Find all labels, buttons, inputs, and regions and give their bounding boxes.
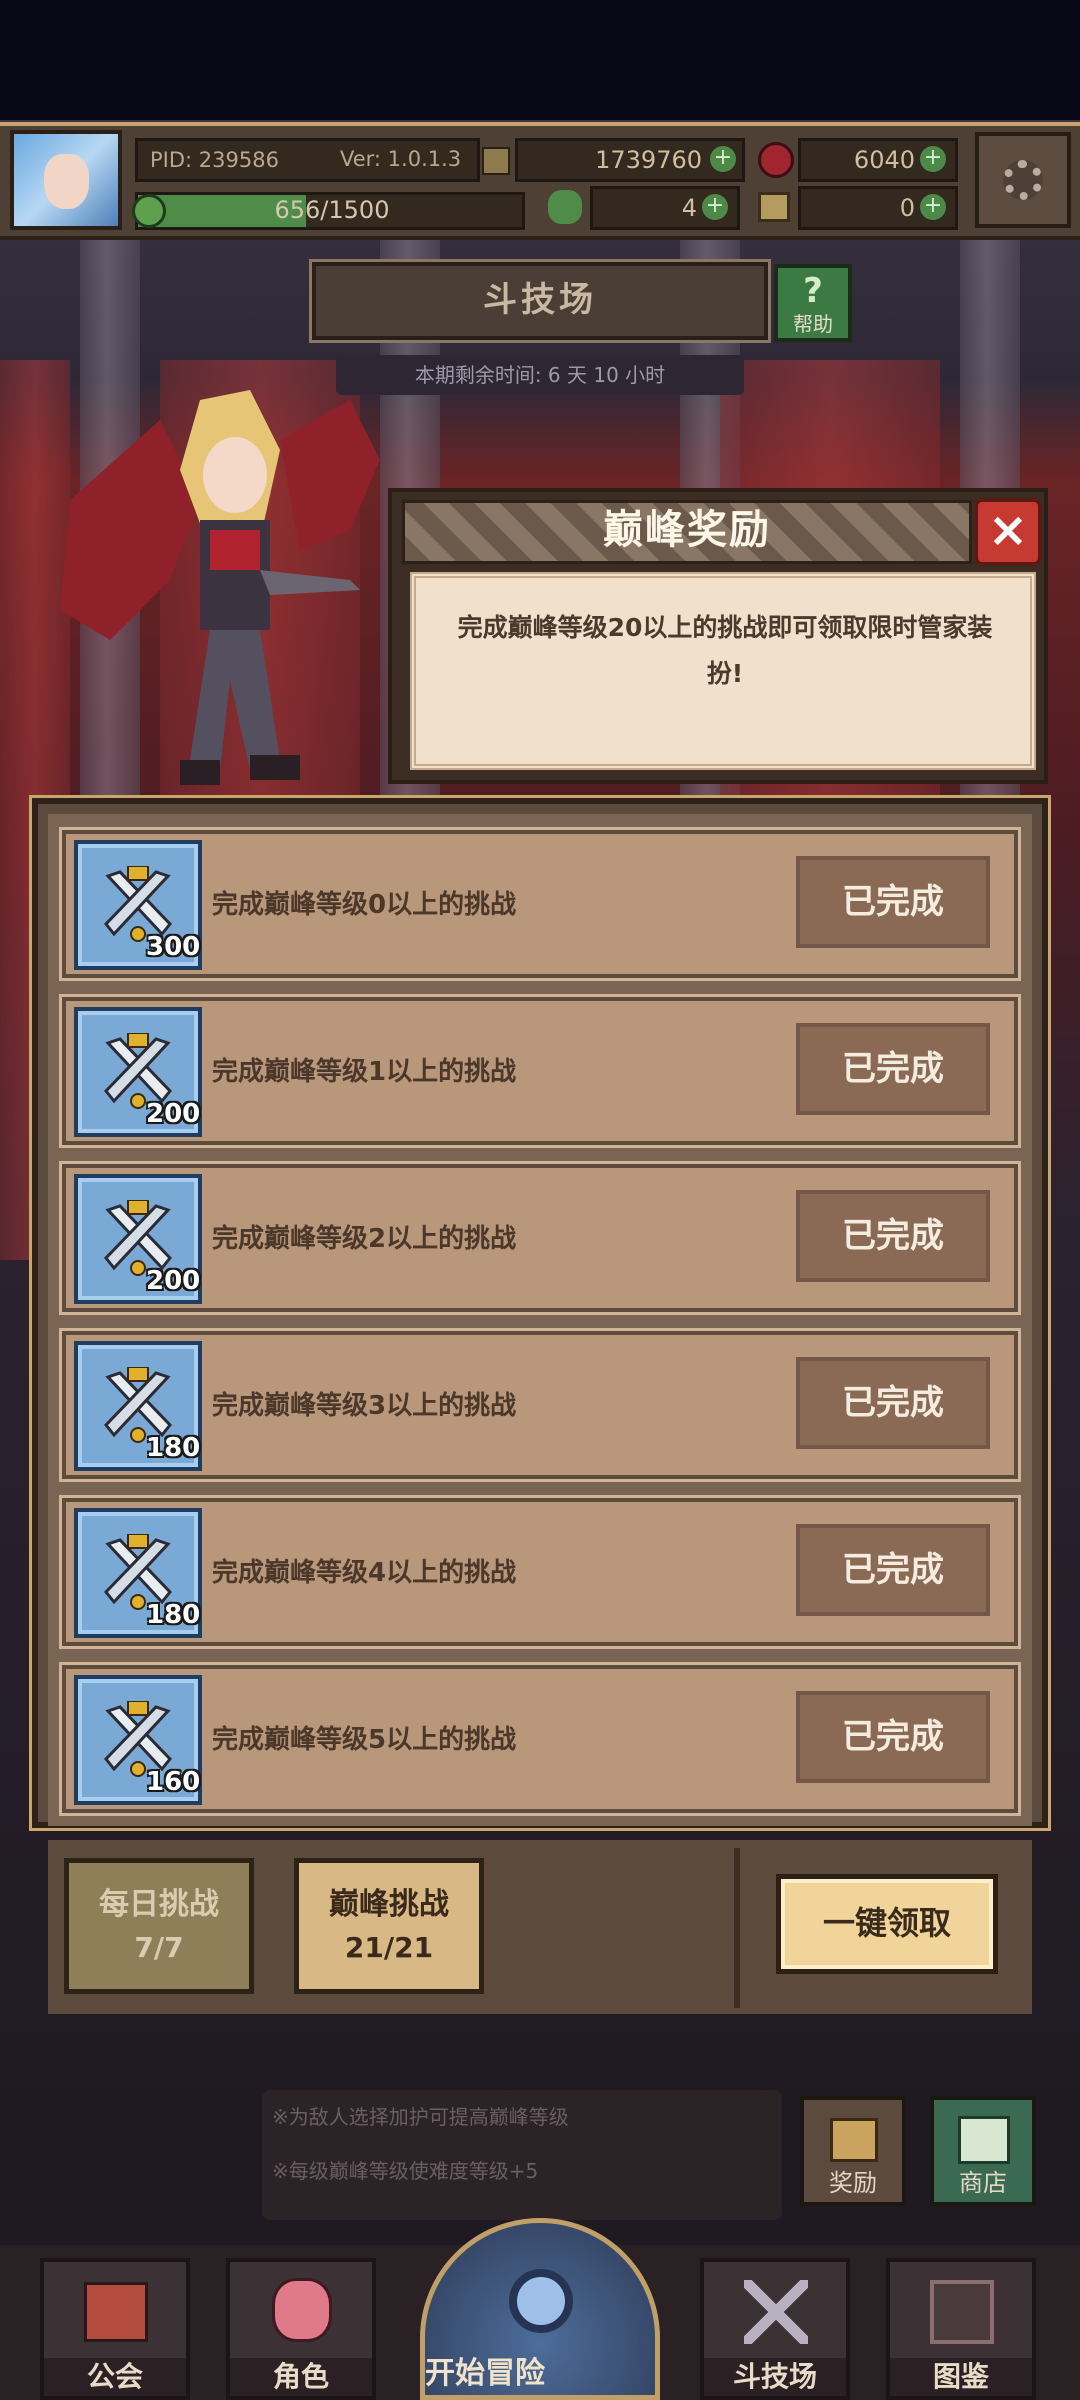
reward-button-label: 奖励 (829, 2169, 877, 2197)
book-icon (930, 2280, 994, 2344)
magnifier-icon (509, 2269, 573, 2333)
tab-daily-label: 每日挑战 (99, 1887, 219, 1922)
crossed-swords-icon (104, 1033, 172, 1109)
crossed-swords-icon (104, 1367, 172, 1443)
reward-row: 300 完成巅峰等级0以上的挑战 已完成 (59, 827, 1021, 981)
tab-daily-challenge[interactable]: 每日挑战 7/7 (64, 1858, 254, 1994)
nav-adventure-label: 开始冒险 (425, 2356, 545, 2391)
player-avatar[interactable] (10, 130, 122, 230)
reward-quantity: 200 (146, 1099, 201, 1129)
hint-text: ※每级巅峰等级使难度等级+5 (272, 2159, 539, 2183)
reward-description: 完成巅峰等级0以上的挑战 (212, 890, 517, 920)
reward-row: 160 完成巅峰等级5以上的挑战 已完成 (59, 1662, 1021, 1816)
nav-character[interactable]: 角色 (226, 2258, 376, 2400)
completed-button[interactable]: 已完成 (796, 1524, 990, 1616)
reward-description: 完成巅峰等级1以上的挑战 (212, 1057, 517, 1087)
reward-description: 完成巅峰等级2以上的挑战 (212, 1224, 517, 1254)
chest-icon (830, 2118, 878, 2162)
reward-row: 200 完成巅峰等级2以上的挑战 已完成 (59, 1161, 1021, 1315)
close-button[interactable]: × (974, 498, 1042, 566)
reward-button[interactable]: 奖励 (800, 2096, 906, 2206)
reward-description: 完成巅峰等级3以上的挑战 (212, 1391, 517, 1421)
clover-icon (548, 190, 582, 224)
completed-button[interactable]: 已完成 (796, 1023, 990, 1115)
crossed-swords-icon (104, 866, 172, 942)
keys-value: 0 (899, 194, 915, 222)
nav-arena-label: 斗技场 (704, 2358, 846, 2396)
reward-quantity: 200 (146, 1266, 201, 1296)
hints: ※为敌人选择加护可提高巅峰等级 ※每级巅峰等级使难度等级+5 (272, 2090, 772, 2210)
shop-button-label: 商店 (959, 2169, 1007, 2197)
tab-peak-label: 巅峰挑战 (329, 1887, 449, 1922)
completed-button[interactable]: 已完成 (796, 856, 990, 948)
reward-quantity: 300 (146, 932, 201, 962)
close-icon: × (987, 502, 1029, 558)
nav-guild[interactable]: 公会 (40, 2258, 190, 2400)
key-icon (758, 192, 790, 222)
add-clover-icon[interactable]: + (702, 194, 728, 220)
version-text: Ver: 1.0.1.3 (340, 147, 462, 171)
hint-text: ※为敌人选择加护可提高巅峰等级 (272, 2105, 569, 2129)
shop-button[interactable]: 商店 (930, 2096, 1036, 2206)
completed-button[interactable]: 已完成 (796, 1357, 990, 1449)
nav-character-label: 角色 (230, 2358, 372, 2396)
add-keys-icon[interactable]: + (920, 194, 946, 220)
gear-icon (1003, 160, 1043, 200)
reward-description: 完成巅峰等级5以上的挑战 (212, 1725, 517, 1755)
settings-button[interactable] (975, 132, 1071, 228)
add-gems-icon[interactable]: + (920, 146, 946, 172)
shop-icon (958, 2116, 1010, 2164)
claim-all-button[interactable]: 一键领取 (776, 1874, 998, 1974)
guild-icon (84, 2282, 148, 2342)
reward-quantity: 180 (146, 1433, 201, 1463)
reward-description: 完成巅峰等级4以上的挑战 (212, 1558, 517, 1588)
tab-peak-challenge[interactable]: 巅峰挑战 21/21 (294, 1858, 484, 1994)
reward-row: 180 完成巅峰等级3以上的挑战 已完成 (59, 1328, 1021, 1482)
reward-quantity: 180 (146, 1600, 201, 1630)
crossed-swords-icon (104, 1701, 172, 1777)
peak-reward-description: 完成巅峰等级20以上的挑战即可领取限时管家装扮! (457, 613, 993, 688)
clover-value: 4 (681, 194, 697, 222)
nav-arena[interactable]: 斗技场 (700, 2258, 850, 2400)
reward-row: 180 完成巅峰等级4以上的挑战 已完成 (59, 1495, 1021, 1649)
completed-button[interactable]: 已完成 (796, 1190, 990, 1282)
nav-codex[interactable]: 图鉴 (886, 2258, 1036, 2400)
gold-icon (482, 147, 510, 175)
help-button[interactable]: ? 帮助 (774, 264, 852, 342)
question-icon: ? (803, 271, 823, 311)
ruby-icon (758, 142, 794, 178)
help-label: 帮助 (793, 312, 833, 336)
gold-value: 1739760 (595, 146, 702, 174)
xp-text: 656/1500 (274, 196, 390, 224)
reward-row: 200 完成巅峰等级1以上的挑战 已完成 (59, 994, 1021, 1148)
xp-clover-icon (132, 194, 166, 228)
crossed-swords-icon (744, 2280, 808, 2344)
tab-daily-count: 7/7 (134, 1931, 184, 1964)
tab-peak-count: 21/21 (344, 1931, 434, 1964)
tab-divider (734, 1848, 740, 2008)
reward-quantity: 160 (146, 1767, 201, 1797)
character-icon (272, 2278, 332, 2342)
add-gold-icon[interactable]: + (710, 146, 736, 172)
crossed-swords-icon (104, 1200, 172, 1276)
completed-button[interactable]: 已完成 (796, 1691, 990, 1783)
arena-title: 斗技场 (309, 259, 771, 343)
pid-text: PID: 239586 (150, 148, 279, 172)
nav-guild-label: 公会 (44, 2358, 186, 2396)
nav-codex-label: 图鉴 (890, 2358, 1032, 2396)
peak-reward-title: 巅峰奖励 (603, 507, 771, 553)
crossed-swords-icon (104, 1534, 172, 1610)
gems-value: 6040 (853, 146, 915, 174)
